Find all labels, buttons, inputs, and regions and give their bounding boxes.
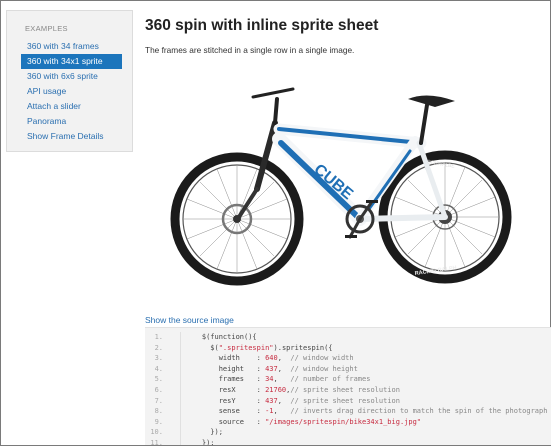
- code-line: 8. sense : -1, // inverts drag direction…: [145, 406, 551, 417]
- nav-item-api-usage[interactable]: API usage: [7, 84, 132, 99]
- nav-item-panorama[interactable]: Panorama: [7, 114, 132, 129]
- line-number: 8.: [154, 407, 163, 416]
- bike-image[interactable]: CUBE SCHWALBE RACING RALPH: [165, 77, 515, 289]
- code-line: 2. $(".spritespin").spritespin({: [145, 342, 551, 354]
- code-block: 1. $(function(){2. $(".spritespin").spri…: [145, 327, 551, 445]
- line-number: 10.: [150, 428, 163, 437]
- sidebar-header: EXAMPLES: [25, 24, 68, 33]
- page-subtitle: The frames are stitched in a single row …: [145, 45, 355, 55]
- code-line: 5. frames : 34, // number of frames: [145, 374, 551, 385]
- code-text: resX : 21760,// sprite sheet resolution: [185, 385, 400, 394]
- front-wheel: [170, 152, 304, 286]
- code-text: });: [185, 438, 215, 445]
- line-number: 7.: [154, 396, 163, 405]
- nav-item-34-frames[interactable]: 360 with 34 frames: [7, 39, 132, 54]
- code-text: height : 437, // window height: [185, 364, 358, 373]
- line-number: 4.: [154, 364, 163, 373]
- code-text: });: [185, 428, 223, 437]
- page-title: 360 spin with inline sprite sheet: [145, 17, 379, 34]
- code-line: 4. height : 437, // window height: [145, 363, 551, 375]
- code-line: 9. source : "/images/spritespin/bike34x1…: [145, 416, 551, 428]
- front-tire-text: SCHWALBE: [427, 159, 456, 170]
- examples-sidebar: EXAMPLES 360 with 34 frames 360 with 34x…: [6, 10, 133, 152]
- line-number: 11.: [150, 438, 163, 445]
- examples-nav: 360 with 34 frames 360 with 34x1 sprite …: [7, 39, 132, 144]
- line-number: 9.: [154, 417, 163, 426]
- code-line: 1. $(function(){: [145, 332, 551, 343]
- nav-item-attach-slider[interactable]: Attach a slider: [7, 99, 132, 114]
- code-line: 6. resX : 21760,// sprite sheet resoluti…: [145, 384, 551, 396]
- code-line: 11. });: [145, 437, 551, 445]
- line-number: 2.: [154, 343, 163, 352]
- line-number: 1.: [154, 333, 163, 341]
- code-line: 3. width : 640, // window width: [145, 353, 551, 364]
- nav-item-34x1-sprite[interactable]: 360 with 34x1 sprite: [21, 54, 122, 69]
- code-text: sense : -1, // inverts drag direction to…: [185, 407, 548, 416]
- code-text: resY : 437, // sprite sheet resolution: [185, 396, 400, 405]
- code-text: $(".spritespin").spritespin({: [185, 343, 333, 352]
- code-text: frames : 34, // number of frames: [185, 375, 371, 384]
- code-line: 7. resY : 437, // sprite sheet resolutio…: [145, 395, 551, 407]
- line-number: 5.: [154, 375, 163, 384]
- code-line: 10. });: [145, 427, 551, 438]
- nav-item-6x6-sprite[interactable]: 360 with 6x6 sprite: [7, 69, 132, 84]
- show-source-image-link[interactable]: Show the source image: [145, 315, 234, 325]
- code-text: source : "/images/spritespin/bike34x1_bi…: [185, 417, 422, 426]
- line-number: 6.: [154, 385, 163, 394]
- spritespin-viewer[interactable]: CUBE SCHWALBE RACING RALPH: [165, 77, 515, 289]
- code-text: width : 640, // window width: [185, 354, 354, 363]
- code-text: $(function(){: [185, 333, 257, 341]
- nav-item-frame-details[interactable]: Show Frame Details: [7, 129, 132, 144]
- line-number: 3.: [154, 354, 163, 363]
